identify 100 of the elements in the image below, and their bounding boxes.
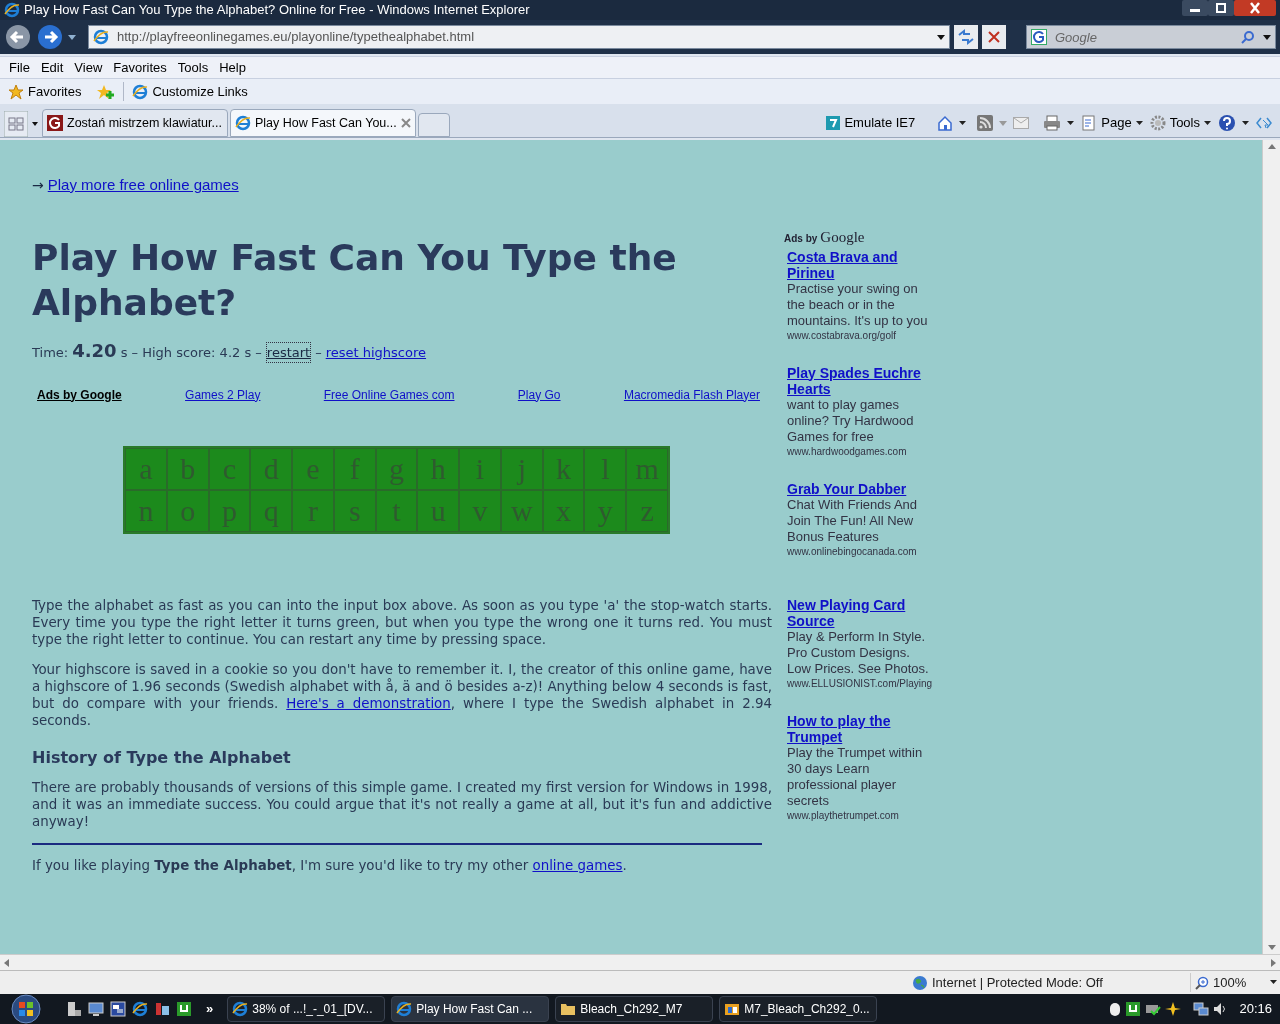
caret-icon[interactable] [1067, 120, 1076, 126]
gear-icon [1149, 115, 1166, 131]
menu-item[interactable]: Help [214, 57, 251, 78]
ie-icon [235, 115, 251, 131]
top-link[interactable]: Play more free online games [47, 174, 239, 197]
close-tab-icon[interactable] [401, 118, 411, 128]
ad-title-link[interactable]: Grab Your Dabber [787, 480, 934, 497]
security-zone-text: Internet | Protected Mode: Off [932, 973, 1103, 992]
games-link[interactable]: online games [532, 857, 623, 873]
page-icon [1081, 115, 1098, 131]
ad-title-link[interactable]: Play Spades Euchre Hearts [787, 364, 934, 397]
ad-link[interactable]: Games 2 Play [185, 385, 261, 404]
window-title: Play How Fast Can You Type the Alphabet? Online for Free - Windows Internet Explorer [24, 1, 531, 20]
torrent-icon[interactable] [1125, 1001, 1142, 1017]
caret-icon[interactable] [1263, 34, 1271, 40]
reset-link[interactable]: reset highscore [325, 342, 427, 362]
restore-icon[interactable] [1208, 0, 1234, 16]
tools-menu-button[interactable]: Tools [1149, 113, 1212, 133]
section-heading: History of Type the Alphabet [32, 746, 292, 769]
arrow-text: → [32, 175, 44, 195]
ad-url: www.hardwoodgames.com [787, 444, 908, 459]
menu-item[interactable]: Edit [35, 57, 69, 78]
add-favorite-icon[interactable] [97, 83, 116, 100]
globe-icon [912, 974, 928, 991]
search-field[interactable]: Google [1055, 27, 1233, 47]
ie-icon [396, 1001, 413, 1017]
ad-link[interactable]: Play Go [517, 385, 561, 404]
menu-item[interactable]: Favorites [108, 57, 172, 78]
ad-url: www.playthetrumpet.com [787, 808, 900, 823]
emulate-button[interactable]: Emulate IE7 [826, 113, 916, 133]
close-icon[interactable] [1234, 0, 1276, 16]
print-icon[interactable] [1043, 115, 1062, 131]
home-icon[interactable] [937, 115, 954, 131]
favorites-button[interactable]: Favorites [8, 81, 82, 102]
caret-icon[interactable] [959, 120, 968, 126]
ad-text: want to play games online? Try Hardwood Games for free [787, 396, 915, 445]
scroll-right-icon[interactable] [1271, 958, 1276, 967]
highscore-paragraph: Your highscore is saved in a cookie so you don't have to remember it. I, the creator of this online game, have a highscore of 1.96 seconds (Swedish alphabet with å, ä and ö besides a-z)! Anything below 4 seconds is fast, but do compare with your friends. Here's a demonstration, where I type the Swedish alphabet in 2.94 seconds. [32, 660, 772, 729]
links-button[interactable]: Customize Links [123, 81, 248, 102]
more-button[interactable]: » [198, 999, 222, 1019]
taskbar-button[interactable]: Bleach_Ch292_M7 [555, 996, 714, 1022]
brand-text: Google [820, 228, 865, 247]
forward-icon[interactable] [36, 23, 64, 51]
ie-icon [4, 2, 20, 18]
ad-text: Chat With Friends And Join The Fun! All New Bonus Features [787, 496, 919, 545]
stop-icon[interactable] [982, 25, 1006, 49]
windows-icon[interactable] [110, 1001, 126, 1017]
restart-link[interactable]: restart [265, 341, 312, 363]
ad-title-link[interactable]: Costa Brava and Pirineu [787, 248, 934, 281]
ie-icon[interactable] [132, 1001, 148, 1017]
ad-link[interactable]: Macromedia Flash Player [623, 385, 760, 404]
search-box[interactable]: Google [1026, 25, 1276, 49]
search-icon[interactable] [1241, 30, 1255, 44]
taskbar-button[interactable]: 38% of ...!_-_01_[DV... [227, 996, 386, 1022]
caret-icon[interactable] [1242, 120, 1250, 126]
menu-item[interactable]: View [69, 57, 108, 78]
zoom-icon [1195, 975, 1209, 990]
network-icon[interactable] [1193, 1001, 1210, 1017]
scroll-up-icon[interactable] [1267, 144, 1276, 149]
minimize-icon[interactable] [1182, 0, 1208, 16]
ad-title-link[interactable]: New Playing Card Source [787, 596, 934, 629]
page-icon [93, 29, 109, 45]
feed-icon[interactable] [977, 115, 994, 131]
page-menu-button[interactable]: Page [1081, 113, 1144, 133]
scroll-left-icon[interactable] [4, 958, 9, 967]
vertical-scrollbar[interactable] [1262, 140, 1280, 954]
ad-url: www.onlinebingocanada.com [787, 544, 918, 559]
help-icon[interactable] [1218, 114, 1236, 132]
ad-link[interactable]: Free Online Games com [323, 385, 455, 404]
intro-paragraph: Type the alphabet as fast as you can into the input box above. As soon as you type 'a' the stop-watch starts. Every time you type the right letter it turns green, but when you type the wrong one it turns red. You must type the right letter to continue. You can restart any time by pressing space. [32, 596, 772, 648]
scroll-down-icon[interactable] [1267, 945, 1276, 950]
taskbar-button[interactable]: M7_Bleach_Ch292_0... [719, 996, 878, 1022]
mouse-icon[interactable] [1109, 1001, 1122, 1017]
history-paragraph: There are probably thousands of versions of this simple game. I created my first version for Windows in 1998, and it was an immediate success. You could argue that it's not really a game at all, but it's fun and addictive anyway! [32, 778, 772, 830]
refresh-icon[interactable] [954, 25, 978, 49]
demo-link[interactable]: Here's a demonstration [286, 695, 451, 711]
caret-icon[interactable] [937, 34, 945, 40]
taskbar-button[interactable]: Play How Fast Can ... [391, 996, 550, 1022]
address-field[interactable]: http://playfreeonlinegames.eu/playonline/typethealphabet.html [88, 25, 950, 49]
ie-icon [132, 83, 149, 100]
back-icon[interactable] [4, 23, 32, 51]
torrent-icon[interactable] [176, 1001, 192, 1017]
zoom-button[interactable]: 100% [1190, 972, 1279, 993]
menu-item[interactable]: File [4, 57, 35, 78]
horizontal-scrollbar[interactable] [0, 954, 1280, 970]
browser-tab[interactable]: Zostań mistrzem klawiatur... [42, 109, 228, 137]
caret-icon[interactable] [68, 34, 76, 40]
volume-icon[interactable] [1213, 1001, 1228, 1017]
ads-label-link[interactable]: Ads by Google [37, 385, 122, 404]
ad-url: www.costabrava.org/golf [787, 328, 897, 343]
browser-tab[interactable]: Play How Fast Can You... [230, 109, 416, 137]
menu-item[interactable]: Tools [172, 57, 214, 78]
image-viewer-icon [724, 1001, 741, 1017]
footer-paragraph: If you like playing Type the Alphabet, I'm sure you'd like to try my other online games. [32, 856, 628, 874]
page-heading: Play How Fast Can You Type the Alphabet? [32, 235, 678, 325]
folder-icon [560, 1001, 577, 1017]
caret-icon [1204, 120, 1212, 126]
ad-title-link[interactable]: How to play the Trumpet [787, 712, 934, 745]
ad-url: www.ELLUSIONIST.com/Playing [787, 676, 934, 691]
desktop-icon[interactable] [88, 1001, 104, 1017]
